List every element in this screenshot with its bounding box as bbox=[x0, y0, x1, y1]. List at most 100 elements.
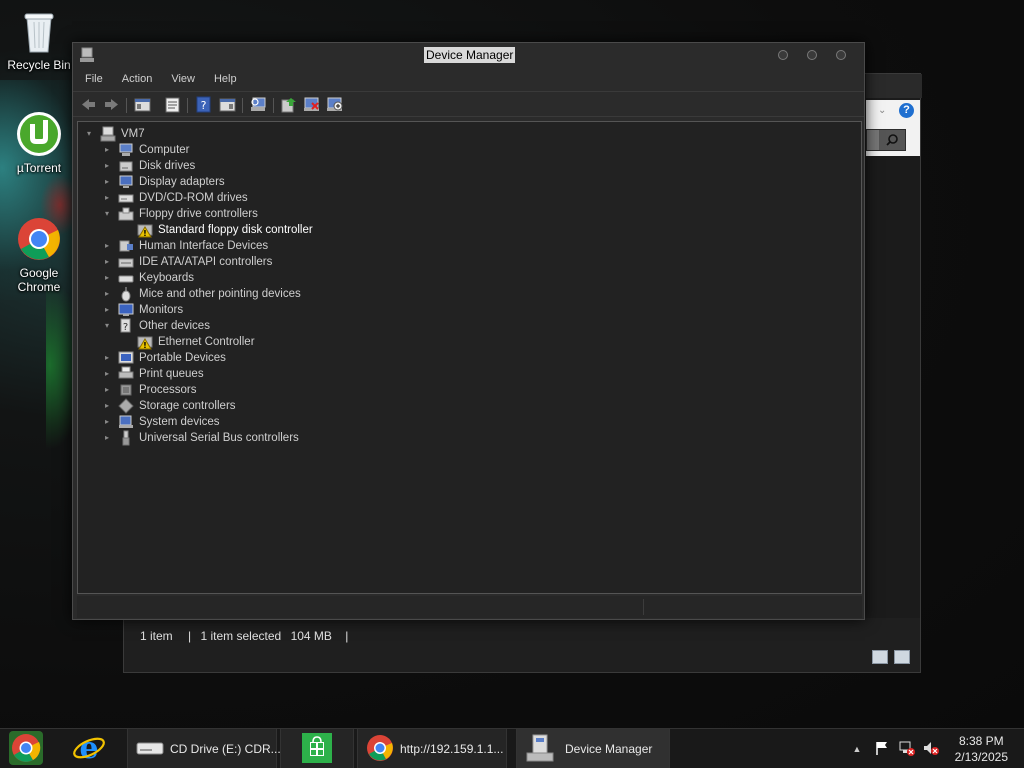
large-icons-view-icon[interactable] bbox=[894, 650, 910, 664]
system-device-icon bbox=[118, 414, 134, 430]
back-icon[interactable] bbox=[80, 96, 97, 113]
expand-arrow-icon[interactable]: ▸ bbox=[102, 190, 112, 206]
status-bar bbox=[77, 596, 862, 618]
desktop-icon-recycle-bin[interactable]: Recycle Bin bbox=[1, 8, 77, 72]
expand-arrow-icon[interactable]: ▸ bbox=[102, 382, 112, 398]
update-driver-icon[interactable] bbox=[280, 96, 297, 113]
expand-arrow-icon[interactable]: ▸ bbox=[102, 414, 112, 430]
toolbar-separator bbox=[187, 98, 188, 113]
tree-category-floppy-drive-controllers[interactable]: ▾ Floppy drive controllers bbox=[102, 206, 258, 222]
expand-arrow-icon[interactable]: ▸ bbox=[102, 142, 112, 158]
taskbar-task-chrome[interactable]: http://192.159.1.1... bbox=[357, 729, 507, 768]
warning-device-icon: ! bbox=[137, 222, 153, 238]
collapse-arrow-icon[interactable]: ▾ bbox=[102, 206, 112, 222]
tree-device-ethernet-controller[interactable]: ! Ethernet Controller bbox=[121, 334, 255, 350]
tree-category-system-devices[interactable]: ▸ System devices bbox=[102, 414, 220, 430]
collapse-arrow-icon[interactable]: ▾ bbox=[84, 126, 94, 142]
help-icon[interactable]: ? bbox=[195, 96, 212, 113]
clock[interactable]: 8:38 PM 2/13/2025 bbox=[955, 733, 1008, 765]
chrome-icon bbox=[8, 730, 44, 768]
expand-arrow-icon[interactable]: ▸ bbox=[102, 238, 112, 254]
tree-category-processors[interactable]: ▸ Processors bbox=[102, 382, 197, 398]
expand-arrow-icon[interactable]: ▸ bbox=[102, 302, 112, 318]
tree-item-label: System devices bbox=[139, 416, 220, 428]
close-button[interactable] bbox=[836, 50, 846, 60]
computer-icon bbox=[118, 142, 134, 158]
tree-category-keyboards[interactable]: ▸ Keyboards bbox=[102, 270, 194, 286]
desktop-icon-google-chrome[interactable]: Google Chrome bbox=[1, 216, 77, 294]
taskbar-task-cd-drive[interactable]: CD Drive (E:) CDR... bbox=[127, 729, 281, 768]
tree-category-ide-ata-atapi-controllers[interactable]: ▸ IDE ATA/ATAPI controllers bbox=[102, 254, 272, 270]
action-center-flag-icon[interactable] bbox=[874, 740, 890, 759]
search-button[interactable] bbox=[866, 129, 906, 151]
expand-arrow-icon[interactable]: ▸ bbox=[102, 286, 112, 302]
expand-arrow-icon[interactable]: ▸ bbox=[102, 366, 112, 382]
network-disconnected-icon[interactable] bbox=[898, 740, 916, 759]
show-hide-console-tree-icon[interactable] bbox=[134, 96, 151, 113]
taskbar-task-device-manager[interactable]: Device Manager bbox=[516, 729, 670, 768]
tree-root-vm7[interactable]: ▾ VM7 bbox=[84, 126, 145, 142]
properties-icon[interactable] bbox=[164, 96, 181, 113]
volume-muted-icon[interactable] bbox=[922, 740, 940, 759]
expand-arrow-icon[interactable]: ▸ bbox=[102, 430, 112, 446]
menu-help[interactable]: Help bbox=[202, 70, 244, 88]
details-view-icon[interactable] bbox=[872, 650, 888, 664]
taskbar-pinned-chrome[interactable] bbox=[8, 729, 48, 768]
tree-category-other-devices[interactable]: ▾? Other devices bbox=[102, 318, 210, 334]
forward-icon[interactable] bbox=[103, 96, 120, 113]
tree-category-storage-controllers[interactable]: ▸ Storage controllers bbox=[102, 398, 236, 414]
tree-category-human-interface-devices[interactable]: ▸ Human Interface Devices bbox=[102, 238, 268, 254]
expand-arrow-icon[interactable]: ▸ bbox=[102, 254, 112, 270]
display-adapter-icon bbox=[118, 174, 134, 190]
svg-text:!: ! bbox=[143, 341, 147, 350]
clock-time: 8:38 PM bbox=[958, 734, 1004, 748]
uninstall-icon[interactable] bbox=[303, 96, 320, 113]
tree-category-disk-drives[interactable]: ▸ Disk drives bbox=[102, 158, 195, 174]
taskbar-task-store[interactable] bbox=[280, 729, 354, 768]
window-title: Device Manager bbox=[424, 47, 516, 63]
expand-arrow-icon[interactable]: ▸ bbox=[102, 174, 112, 190]
tree-category-monitors[interactable]: ▸ Monitors bbox=[102, 302, 183, 318]
tree-category-computer[interactable]: ▸ Computer bbox=[102, 142, 190, 158]
show-hidden-icons-arrow[interactable]: ▲ bbox=[850, 744, 864, 754]
device-manager-icon bbox=[79, 47, 95, 63]
expand-arrow-icon[interactable]: ▸ bbox=[102, 398, 112, 414]
tree-category-mice-and-other-pointing-devices[interactable]: ▸ Mice and other pointing devices bbox=[102, 286, 301, 302]
tree-item-label: VM7 bbox=[121, 128, 145, 140]
expand-arrow-icon[interactable]: ▸ bbox=[102, 158, 112, 174]
desktop-icon-utorrent[interactable]: µTorrent bbox=[1, 111, 77, 175]
storage-controller-icon bbox=[118, 398, 134, 414]
chevron-down-icon[interactable]: ⌄ bbox=[878, 105, 886, 116]
menu-view[interactable]: View bbox=[159, 70, 202, 88]
task-label: http://192.159.1.1... bbox=[400, 742, 504, 756]
collapse-arrow-icon[interactable]: ▾ bbox=[102, 318, 112, 334]
help-icon[interactable]: ? bbox=[899, 103, 914, 118]
minimize-button[interactable] bbox=[778, 50, 788, 60]
expand-arrow-icon[interactable]: ▸ bbox=[102, 350, 112, 366]
maximize-button[interactable] bbox=[807, 50, 817, 60]
tree-category-portable-devices[interactable]: ▸ Portable Devices bbox=[102, 350, 226, 366]
tree-category-dvd-cd-rom-drives[interactable]: ▸ DVD/CD-ROM drives bbox=[102, 190, 248, 206]
task-label: Device Manager bbox=[565, 742, 653, 756]
tree-category-display-adapters[interactable]: ▸ Display adapters bbox=[102, 174, 225, 190]
tree-item-label: Universal Serial Bus controllers bbox=[139, 432, 299, 444]
menu-file[interactable]: File bbox=[73, 70, 110, 88]
device-manager-window[interactable]: Device Manager File Action View Help ? ▾… bbox=[72, 42, 865, 620]
svg-text:e: e bbox=[79, 731, 98, 766]
cd-drive-icon bbox=[136, 738, 164, 761]
tree-category-print-queues[interactable]: ▸ Print queues bbox=[102, 366, 204, 382]
tree-item-label: Storage controllers bbox=[139, 400, 236, 412]
action-pane-icon[interactable] bbox=[219, 96, 236, 113]
tree-category-universal-serial-bus-controllers[interactable]: ▸ Universal Serial Bus controllers bbox=[102, 430, 299, 446]
menu-action[interactable]: Action bbox=[110, 70, 160, 88]
expand-arrow-icon[interactable]: ▸ bbox=[102, 270, 112, 286]
disk-drive-icon bbox=[118, 158, 134, 174]
scan-hardware-icon[interactable] bbox=[250, 96, 267, 113]
taskbar: e CD Drive (E:) CDR... http://192.159.1.… bbox=[0, 728, 1024, 768]
device-tree[interactable]: ▾ VM7 ▸ Computer ▸ Disk drives ▸ Display adapte… bbox=[77, 121, 862, 594]
enable-device-icon[interactable] bbox=[326, 96, 343, 113]
title-bar[interactable]: Device Manager bbox=[73, 43, 864, 67]
tree-device-standard-floppy-disk-controller[interactable]: ! Standard floppy disk controller bbox=[121, 222, 313, 238]
unknown-device-icon: ? bbox=[118, 318, 134, 334]
taskbar-pinned-internet-explorer[interactable]: e bbox=[71, 729, 111, 768]
